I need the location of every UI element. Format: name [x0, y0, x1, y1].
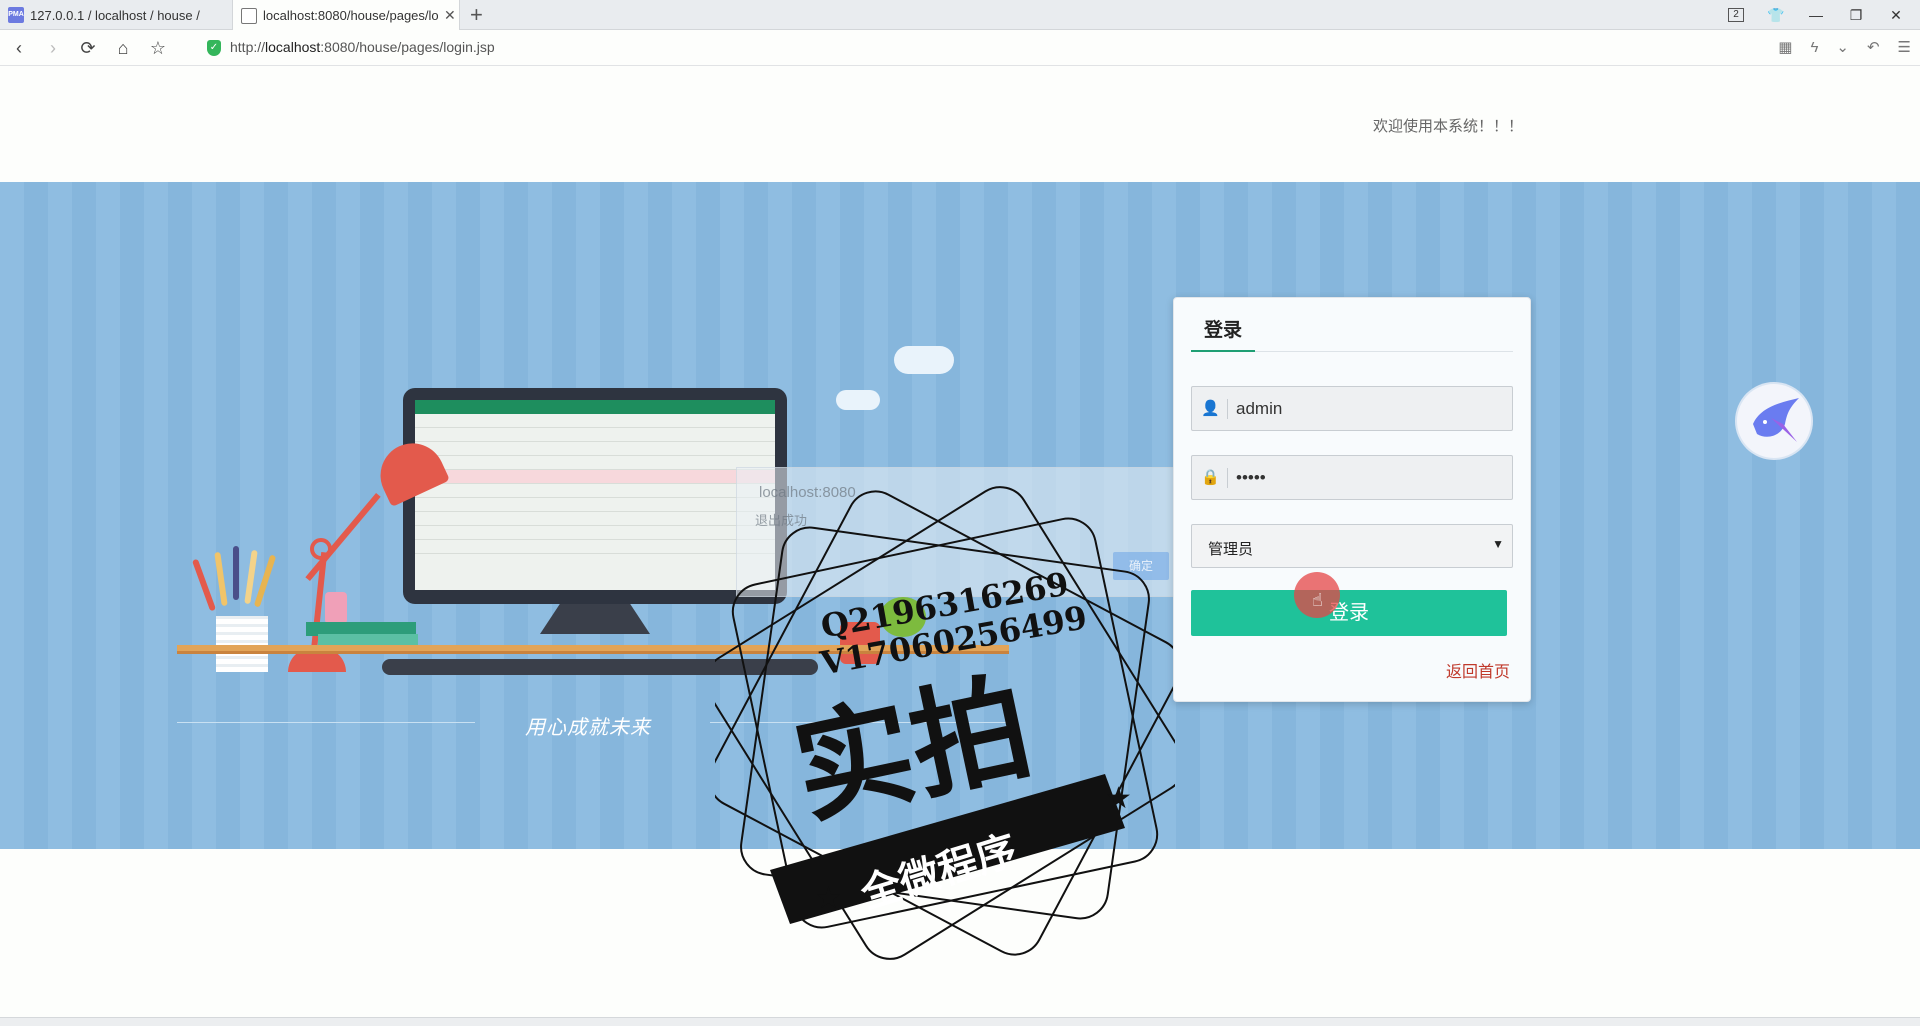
minimize-icon[interactable]: —: [1796, 7, 1836, 23]
field-separator: [1227, 399, 1228, 419]
watermark-stamp: Q2196316269 V17060256499 实拍 全微程序 ★ ★: [715, 486, 1175, 960]
pencil-decoration: [214, 551, 228, 607]
bookmark-star-icon[interactable]: ☆: [148, 38, 168, 58]
pencil-decoration: [253, 554, 277, 608]
browser-tab-strip: PMA 127.0.0.1 / localhost / house / loca…: [0, 0, 1920, 31]
toolbar-right: ▦ ϟ ⌄ ↶ ☰: [1769, 38, 1920, 57]
new-tab-button[interactable]: +: [470, 3, 483, 27]
username-field: 👤: [1191, 386, 1513, 431]
chevron-down-icon[interactable]: ⌄: [1836, 38, 1849, 56]
divider: [177, 722, 475, 723]
hand-cursor-icon: ☝: [1312, 590, 1323, 610]
secure-shield-icon: ✓: [207, 40, 221, 56]
cloud-decoration: [836, 390, 880, 410]
pencil-decoration: [191, 558, 217, 612]
browser-tab-login[interactable]: localhost:8080/house/pages/login.jsp ✕: [232, 0, 460, 31]
page-header: 欢迎使用本系统！！！: [0, 67, 1920, 182]
pencil-decoration: [233, 546, 239, 600]
close-tab-icon[interactable]: ✕: [444, 7, 456, 24]
back-icon[interactable]: ‹: [9, 38, 29, 58]
login-button[interactable]: 登录: [1191, 590, 1507, 636]
lamp-joint: [310, 538, 332, 560]
menu-icon[interactable]: ☰: [1898, 38, 1911, 56]
window-controls: 2 👕 — ❐ ✕: [1716, 0, 1916, 30]
tab-label: localhost:8080/house/pages/login.jsp: [263, 8, 438, 23]
hero-banner: 用心成就未来 localhost:8080 退出成功 确定 Q219631626…: [0, 182, 1920, 960]
password-input[interactable]: [1236, 456, 1506, 499]
star-icon: ★: [815, 882, 842, 915]
qr-code-icon[interactable]: ▦: [1778, 38, 1792, 56]
url-path: :8080/house/pages/login.jsp: [320, 39, 495, 55]
url-field[interactable]: http://localhost:8080/house/pages/login.…: [230, 39, 495, 55]
star-icon: ★: [1105, 782, 1132, 815]
phpmyadmin-favicon-icon: PMA: [8, 7, 24, 23]
jar-decoration: [325, 592, 347, 624]
hummingbird-logo-icon: [1737, 384, 1811, 458]
restore-icon[interactable]: ❐: [1836, 7, 1876, 24]
login-card: 登录 👤 🔒 管理员 ▼ 登录 返回首页: [1173, 297, 1531, 702]
lamp-arm: [305, 492, 381, 582]
back-home-link[interactable]: 返回首页: [1446, 658, 1510, 682]
url-prefix: http://: [230, 39, 266, 55]
role-select[interactable]: 管理员 ▼: [1191, 524, 1513, 568]
page-favicon-icon: [241, 7, 257, 24]
browser-tab-phpmyadmin[interactable]: PMA 127.0.0.1 / localhost / house /: [0, 0, 228, 30]
home-icon[interactable]: ⌂: [113, 38, 133, 58]
slogan-text: 用心成就未来: [525, 715, 651, 739]
cloud-decoration: [894, 346, 954, 374]
user-icon: 👤: [1201, 400, 1220, 417]
status-bar: [0, 1017, 1920, 1026]
tab-login[interactable]: 登录: [1191, 315, 1255, 352]
skin-icon[interactable]: 👕: [1756, 7, 1796, 24]
url-host: localhost: [265, 39, 321, 55]
username-input[interactable]: [1236, 387, 1506, 430]
password-field: 🔒: [1191, 455, 1513, 500]
tab-count-badge[interactable]: 2: [1728, 8, 1744, 22]
field-separator: [1227, 468, 1228, 488]
login-tabs: 登录: [1191, 298, 1513, 352]
close-window-icon[interactable]: ✕: [1876, 7, 1916, 24]
undo-icon[interactable]: ↶: [1867, 38, 1880, 56]
monitor-stand: [540, 604, 650, 634]
dropdown-arrow-icon: ▼: [1492, 537, 1504, 551]
welcome-text: 欢迎使用本系统！！！: [1373, 118, 1524, 135]
lightning-icon[interactable]: ϟ: [1810, 39, 1818, 56]
forward-icon[interactable]: ›: [43, 38, 63, 58]
tab-label: 127.0.0.1 / localhost / house /: [30, 7, 200, 23]
reload-icon[interactable]: ⟳: [78, 38, 98, 58]
pencil-cup-icon: [216, 616, 268, 672]
role-selected-value: 管理员: [1208, 541, 1254, 558]
address-bar-row: ‹ › ⟳ ⌂ ☆ ✓ http://localhost:8080/house/…: [0, 30, 1920, 66]
lock-icon: 🔒: [1201, 469, 1220, 486]
